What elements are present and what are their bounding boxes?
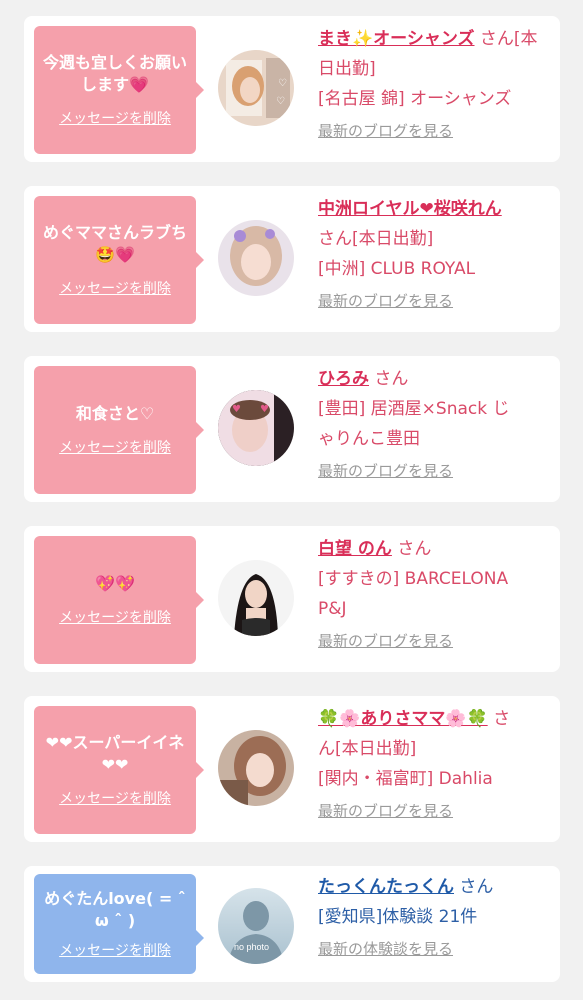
name-suffix: さん — [397, 539, 432, 559]
svg-text:♡: ♡ — [276, 96, 285, 107]
delete-message-link[interactable]: メッセージを削除 — [59, 788, 171, 808]
message-card: ❤❤スーパーイイネ❤❤ メッセージを削除 🍀🌸ありさママ🌸🍀 さ ん[本日出勤]… — [24, 696, 560, 842]
profile-info: ひろみ さん [豊田] 居酒屋×Snack じ ゃりんこ豊田 最新のブログを見る — [318, 364, 546, 488]
avatar[interactable]: ♥ ♥ — [218, 390, 294, 466]
avatar[interactable] — [218, 560, 294, 636]
review-info: [愛知県]体験談 21件 — [318, 907, 478, 927]
message-text: ❤❤スーパーイイネ❤❤ — [45, 733, 185, 774]
profile-name-link[interactable]: 中洲ロイヤル❤桜咲れん — [318, 199, 502, 219]
avatar[interactable]: no photo — [218, 888, 294, 964]
profile-info: 🍀🌸ありさママ🌸🍀 さ ん[本日出勤] [関内・福富町] Dahlia 最新のブ… — [318, 704, 546, 828]
message-bubble: めぐママさんラブち🤩💗 メッセージを削除 — [34, 196, 204, 324]
no-photo-text: no photo — [234, 942, 269, 952]
profile-name-link[interactable]: 🍀🌸ありさママ🌸🍀 — [318, 709, 488, 729]
shop-info: [すすきの] BARCELONA — [318, 569, 509, 589]
avatar[interactable] — [218, 220, 294, 296]
shop-info-cont: P&J — [318, 599, 347, 619]
profile-name-link[interactable]: まき✨オーシャンズ — [318, 29, 475, 49]
profile-name-link[interactable]: たっくんたっくん — [318, 877, 454, 897]
shop-info: [豊田] 居酒屋×Snack じ — [318, 399, 510, 419]
blog-link[interactable]: 最新のブログを見る — [318, 454, 546, 488]
delete-message-link[interactable]: メッセージを削除 — [59, 940, 171, 960]
name-suffix: さん — [374, 369, 409, 389]
message-card: 💖💖 メッセージを削除 白望 のん さん [すすきの] BARCELONA P&… — [24, 526, 560, 672]
name-suffix: さん[本日出勤] — [318, 229, 434, 249]
status-info: ん[本日出勤] — [318, 739, 417, 759]
profile-info: 中洲ロイヤル❤桜咲れん さん[本日出勤] [中洲] CLUB ROYAL 最新の… — [318, 194, 546, 318]
delete-message-link[interactable]: メッセージを削除 — [59, 607, 171, 627]
message-card: めぐたんlove( = ˆ ω ˆ ) メッセージを削除 no photo たっ… — [24, 866, 560, 982]
name-suffix: さん — [459, 877, 494, 897]
svg-text:♥: ♥ — [260, 404, 269, 415]
avatar[interactable]: ♡ ♡ — [218, 50, 294, 126]
profile-name-link[interactable]: ひろみ — [318, 369, 369, 389]
shop-info: [中洲] CLUB ROYAL — [318, 259, 476, 279]
blog-link[interactable]: 最新のブログを見る — [318, 624, 546, 658]
message-text: 💖💖 — [95, 574, 135, 593]
shop-info: [名古屋 錦] オーシャンズ — [318, 89, 512, 109]
message-bubble: 💖💖 メッセージを削除 — [34, 536, 204, 664]
message-text: 和食さと♡ — [75, 404, 155, 423]
message-text: めぐたんlove( = ˆ ω ˆ ) — [44, 889, 186, 930]
review-link[interactable]: 最新の体験談を見る — [318, 932, 546, 966]
delete-message-link[interactable]: メッセージを削除 — [59, 437, 171, 457]
profile-name-link[interactable]: 白望 のん — [318, 539, 392, 559]
message-card: めぐママさんラブち🤩💗 メッセージを削除 中洲ロイヤル❤桜咲れん さん[本日出勤… — [24, 186, 560, 332]
shop-info: [関内・福富町] Dahlia — [318, 769, 493, 789]
message-bubble: ❤❤スーパーイイネ❤❤ メッセージを削除 — [34, 706, 204, 834]
avatar[interactable] — [218, 730, 294, 806]
message-bubble: 和食さと♡ メッセージを削除 — [34, 366, 204, 494]
message-card: 和食さと♡ メッセージを削除 ♥ ♥ ひろみ さん [豊田] 居酒屋×Snack… — [24, 356, 560, 502]
message-bubble: 今週も宜しくお願いします💗 メッセージを削除 — [34, 26, 204, 154]
delete-message-link[interactable]: メッセージを削除 — [59, 278, 171, 298]
blog-link[interactable]: 最新のブログを見る — [318, 284, 546, 318]
svg-text:♥: ♥ — [232, 404, 241, 415]
profile-info: たっくんたっくん さん [愛知県]体験談 21件 最新の体験談を見る — [318, 872, 546, 966]
svg-text:♡: ♡ — [278, 78, 287, 89]
shop-info-cont: ゃりんこ豊田 — [318, 429, 420, 449]
name-suffix: さ — [493, 709, 511, 729]
message-text: 今週も宜しくお願いします💗 — [42, 53, 187, 94]
delete-message-link[interactable]: メッセージを削除 — [59, 108, 171, 128]
message-card: 今週も宜しくお願いします💗 メッセージを削除 ♡ ♡ まき✨オーシャンズ さん[… — [24, 16, 560, 162]
blog-link[interactable]: 最新のブログを見る — [318, 794, 546, 828]
message-bubble: めぐたんlove( = ˆ ω ˆ ) メッセージを削除 — [34, 874, 204, 974]
blog-link[interactable]: 最新のブログを見る — [318, 114, 546, 148]
profile-info: 白望 のん さん [すすきの] BARCELONA P&J 最新のブログを見る — [318, 534, 546, 658]
profile-info: まき✨オーシャンズ さん[本日出勤] [名古屋 錦] オーシャンズ 最新のブログ… — [318, 24, 546, 148]
message-text: めぐママさんラブち🤩💗 — [42, 223, 187, 264]
